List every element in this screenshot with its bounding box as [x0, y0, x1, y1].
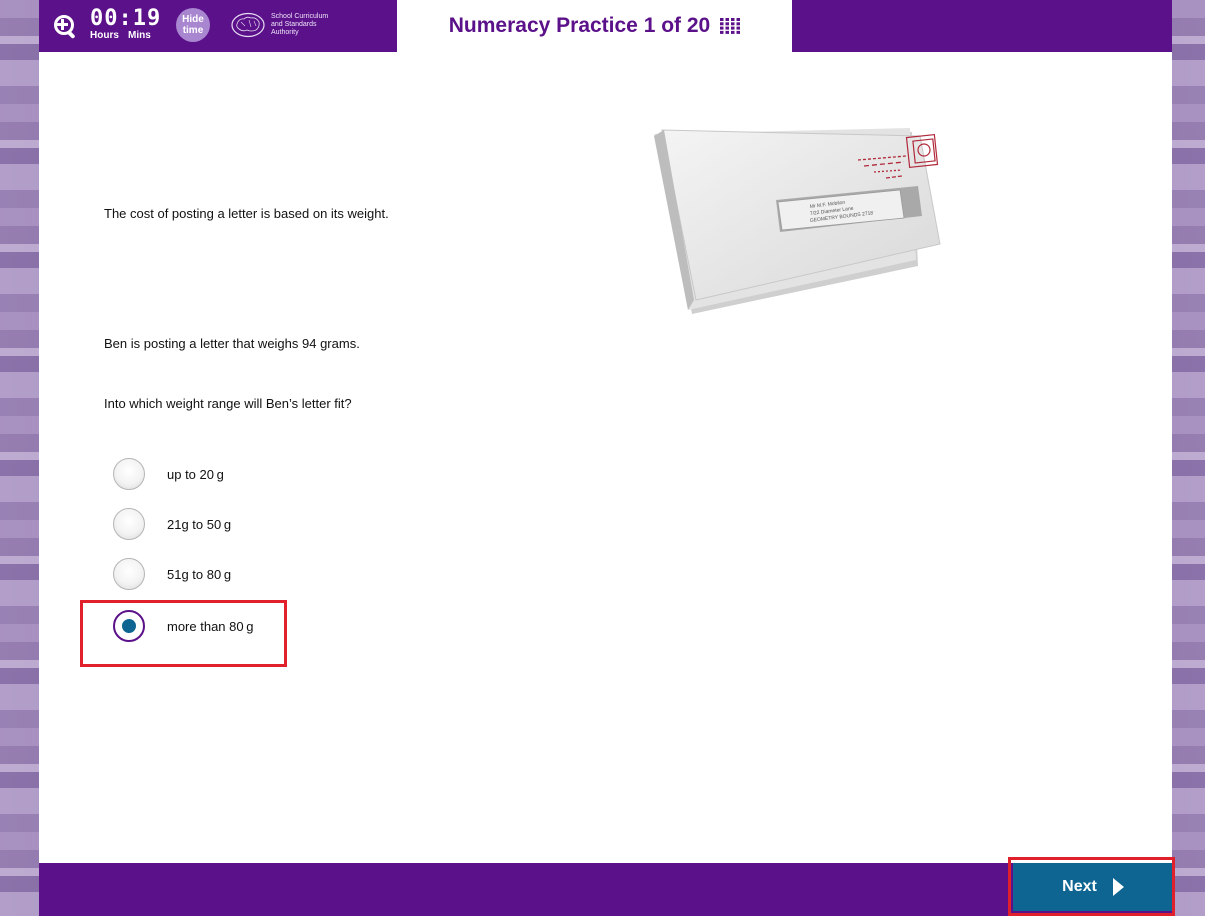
- option-label: up to 20 g: [167, 466, 224, 482]
- option-label: 21g to 50 g: [167, 516, 232, 532]
- timer-hours: 00: [90, 6, 119, 31]
- timer-separator: :: [118, 6, 133, 31]
- option-up-to-20g[interactable]: up to 20 g: [113, 454, 313, 494]
- hide-time-button[interactable]: Hide time: [176, 8, 210, 42]
- question-grid-icon[interactable]: [720, 18, 741, 34]
- radio-button[interactable]: [113, 508, 145, 540]
- question-prompt: Into which weight range will Ben’s lette…: [104, 396, 352, 411]
- logo-line3: Authority: [271, 29, 299, 36]
- top-toolbar: 00:19 Hours Mins Hide time School Curricu…: [39, 0, 1172, 52]
- option-21g-to-50g[interactable]: 21g to 50 g: [113, 504, 313, 544]
- hours-label: Hours: [90, 30, 119, 41]
- question-detail: Ben is posting a letter that weighs 94 g…: [104, 336, 360, 351]
- hide-time-line2: time: [182, 25, 204, 36]
- envelope-illustration: Mr M.F. Mobilon 7/22 Diameter Lane GEOME…: [654, 128, 941, 314]
- question-intro: The cost of posting a letter is based on…: [104, 206, 389, 221]
- timer: 00:19 Hours Mins: [90, 6, 170, 42]
- test-stage: 00:19 Hours Mins Hide time School Curricu…: [39, 0, 1175, 916]
- option-51g-to-80g[interactable]: 51g to 80 g: [113, 554, 313, 594]
- bottom-bar: [39, 863, 1172, 916]
- mins-label: Mins: [128, 30, 151, 41]
- timer-mins: 19: [132, 6, 162, 31]
- radio-button[interactable]: [113, 558, 145, 590]
- logo-line2: and Standards: [271, 21, 317, 28]
- radio-button[interactable]: [113, 458, 145, 490]
- page-title: Numeracy Practice 1 of 20: [448, 14, 711, 37]
- hide-time-line1: Hide: [182, 14, 204, 25]
- zoom-in-icon[interactable]: [51, 12, 77, 40]
- selected-answer-highlight: [80, 600, 287, 667]
- test-title-box: Numeracy Practice 1 of 20: [397, 0, 792, 52]
- scsa-logo: School Curriculum and Standards Authorit…: [231, 8, 328, 42]
- logo-line1: School Curriculum: [271, 13, 329, 20]
- next-button-highlight: [1008, 857, 1175, 916]
- australia-map-icon: [231, 12, 265, 38]
- option-label: 51g to 80 g: [167, 566, 232, 582]
